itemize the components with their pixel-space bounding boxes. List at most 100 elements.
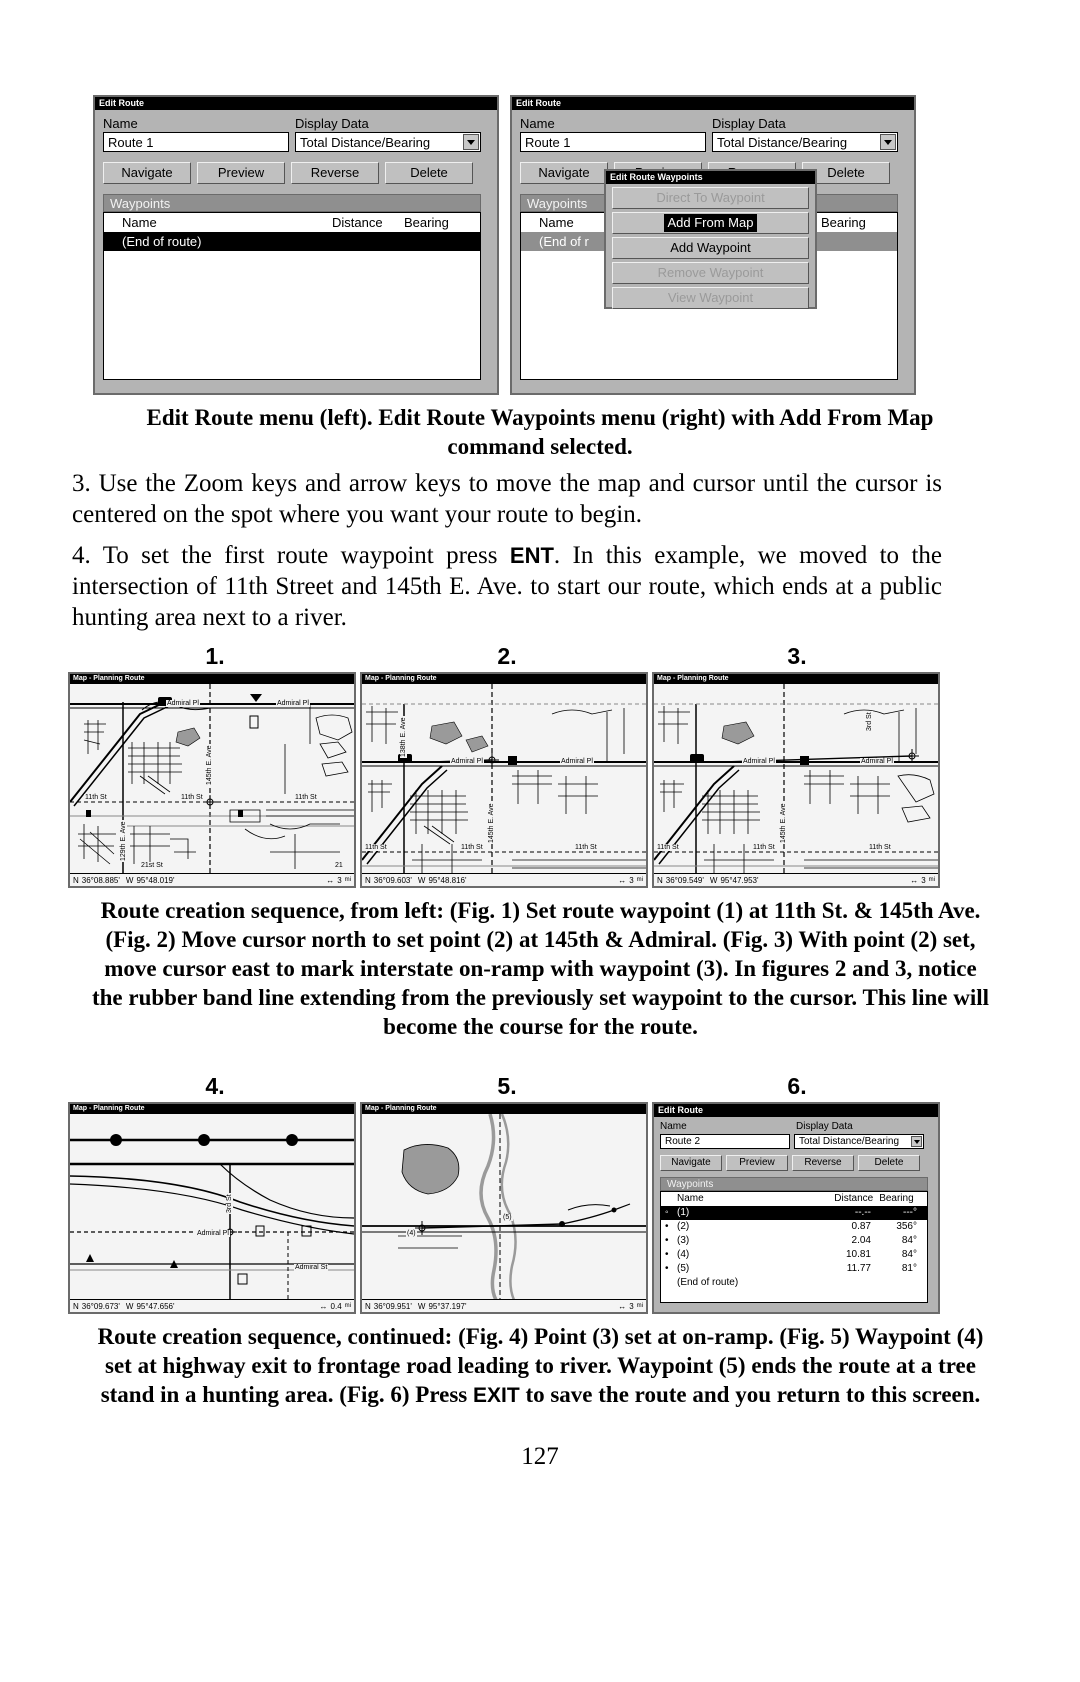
menu-item-direct-to-waypoint[interactable]: Direct To Waypoint <box>612 187 809 209</box>
column-bearing: Bearing <box>821 215 866 230</box>
map-status-bar: N 36°09.549' W 95°47.953' ↔ 3 mi <box>654 873 938 886</box>
figure-label-3: 3. <box>787 643 807 669</box>
waypoint-name: (2) <box>677 1221 690 1232</box>
route-name-input[interactable]: Route 1 <box>103 132 289 152</box>
street-label: Admiral Pl <box>166 700 200 707</box>
preview-button[interactable]: Preview <box>726 1155 788 1171</box>
latitude-hemisphere: N <box>73 1301 79 1311</box>
latitude-value: 36°09.549' <box>665 875 704 885</box>
waypoint-bearing: 84° <box>901 1249 917 1260</box>
menu-item-remove-waypoint[interactable]: Remove Waypoint <box>612 262 809 284</box>
paragraph-step-4: 4. To set the first route waypoint press… <box>72 540 942 633</box>
longitude-value: 95°48.816' <box>428 875 467 885</box>
table-row[interactable]: • (5) 11.77 81° <box>661 1262 927 1276</box>
reverse-button[interactable]: Reverse <box>291 162 379 184</box>
street-label: 145th E. Ave <box>488 802 495 844</box>
navigate-button[interactable]: Navigate <box>520 162 608 184</box>
map-vector-graphic <box>362 684 646 874</box>
waypoint-name: (5) <box>677 1263 690 1274</box>
map-canvas[interactable]: (4) (5) <box>362 1114 646 1300</box>
street-label: 11th St <box>752 844 776 851</box>
waypoint-distance <box>332 232 404 251</box>
display-data-label: Display Data <box>295 116 369 131</box>
table-row[interactable]: • (3) 2.04 84° <box>661 1234 927 1248</box>
figure-label-6: 6. <box>787 1073 807 1099</box>
waypoints-list-header: Name Distance Bearing <box>661 1192 927 1206</box>
delete-button[interactable]: Delete <box>858 1155 920 1171</box>
menu-item-add-from-map[interactable]: Add From Map <box>612 212 809 234</box>
waypoints-list[interactable]: Name Distance Bearing ◦ (1) --.-- ---° •… <box>660 1191 928 1303</box>
preview-button[interactable]: Preview <box>197 162 285 184</box>
latitude-value: 36°08.885' <box>81 875 120 885</box>
menu-item-view-waypoint[interactable]: View Waypoint <box>612 287 809 309</box>
menu-item-add-from-map-label: Add From Map <box>663 214 758 232</box>
street-label: 11th St <box>294 794 318 801</box>
street-label: 11th St <box>460 844 484 851</box>
menu-item-add-waypoint[interactable]: Add Waypoint <box>612 237 809 259</box>
waypoint-bearing <box>871 1276 917 1290</box>
page-number: 127 <box>521 1443 559 1470</box>
waypoints-list[interactable]: Name Distance Bearing (End of route) <box>103 212 481 380</box>
display-data-select[interactable]: Total Distance/Bearing <box>712 132 898 152</box>
street-label: Admiral Pl <box>450 758 484 765</box>
map-canvas[interactable]: Admiral Pl Admiral Pl 145th E. Ave 3rd S… <box>654 684 938 874</box>
zoom-range-icon: ↔ <box>618 1301 627 1311</box>
waypoint-bearing <box>404 232 474 251</box>
navigate-button[interactable]: Navigate <box>660 1155 722 1171</box>
chevron-down-icon[interactable] <box>911 1136 922 1147</box>
key-ent: ENT <box>509 543 554 568</box>
display-data-label: Display Data <box>796 1121 853 1132</box>
map-vector-graphic <box>654 684 938 874</box>
paragraph-step-3: 3. Use the Zoom keys and arrow keys to m… <box>72 470 942 528</box>
table-row[interactable]: • (2) 0.87 356° <box>661 1220 927 1234</box>
street-label: 3rd St <box>226 1193 233 1214</box>
street-label: 11th St <box>574 844 598 851</box>
navigate-button[interactable]: Navigate <box>103 162 191 184</box>
latitude-value: 36°09.603' <box>373 875 412 885</box>
street-label: Admiral Pl <box>560 758 594 765</box>
waypoint-marker-icon <box>665 1276 677 1290</box>
table-row[interactable]: ◦ (1) --.-- ---° <box>661 1206 927 1220</box>
figure-label-4: 4. <box>205 1073 225 1099</box>
display-data-select[interactable]: Total Distance/Bearing <box>295 132 481 152</box>
street-label: 21st St <box>140 862 164 869</box>
route-name-input[interactable]: Route 1 <box>520 132 706 152</box>
zoom-level: 3 <box>629 875 634 885</box>
zoom-level: 3 <box>337 875 342 885</box>
waypoint-name: (3) <box>677 1235 690 1246</box>
waypoint-name: (1) <box>677 1207 690 1218</box>
waypoint-marker-icon: • <box>665 1221 669 1232</box>
delete-button[interactable]: Delete <box>385 162 473 184</box>
table-row[interactable]: (End of route) <box>661 1276 927 1290</box>
table-row[interactable]: • (4) 10.81 84° <box>661 1248 927 1262</box>
street-label: 11th St <box>868 844 892 851</box>
map-canvas[interactable]: Admiral Pl Admiral Pl 145th E. Ave 138th… <box>362 684 646 874</box>
waypoint-bearing: ---° <box>903 1207 917 1218</box>
table-row[interactable]: (End of route) <box>104 232 480 251</box>
waypoint-distance: 10.81 <box>845 1249 871 1260</box>
map-canvas[interactable]: Admiral Pl Admiral Pl 145th E. Ave 11th … <box>70 684 354 874</box>
waypoints-section-bar: Waypoints <box>660 1177 928 1191</box>
street-label: 145th E. Ave <box>206 744 213 786</box>
latitude-value: 36°09.673' <box>81 1301 120 1311</box>
figure-label-5: 5. <box>497 1073 517 1099</box>
column-name: Name <box>122 215 157 230</box>
name-label: Name <box>660 1121 687 1132</box>
longitude-hemisphere: W <box>417 875 426 885</box>
route-name-input[interactable]: Route 2 <box>660 1134 790 1149</box>
name-label: Name <box>520 116 555 131</box>
chevron-down-icon[interactable] <box>463 134 479 150</box>
chevron-down-icon[interactable] <box>880 134 896 150</box>
waypoint-name: (End of route) <box>122 234 202 249</box>
map-canvas[interactable]: Admiral Pl Admiral St 3rd St <box>70 1114 354 1300</box>
waypoint-marker-icon: • <box>665 1235 669 1246</box>
street-label: Admiral Pl <box>860 758 894 765</box>
zoom-unit: mi <box>928 876 935 883</box>
display-data-select[interactable]: Total Distance/Bearing <box>794 1134 924 1149</box>
figure-caption-3-b: to save the route and you return to this… <box>519 1382 981 1407</box>
reverse-button[interactable]: Reverse <box>792 1155 854 1171</box>
zoom-unit: mi <box>344 876 351 883</box>
waypoint-bearing: 356° <box>896 1221 917 1232</box>
figure-label-2: 2. <box>497 643 517 669</box>
waypoint-distance: 2.04 <box>851 1235 871 1246</box>
